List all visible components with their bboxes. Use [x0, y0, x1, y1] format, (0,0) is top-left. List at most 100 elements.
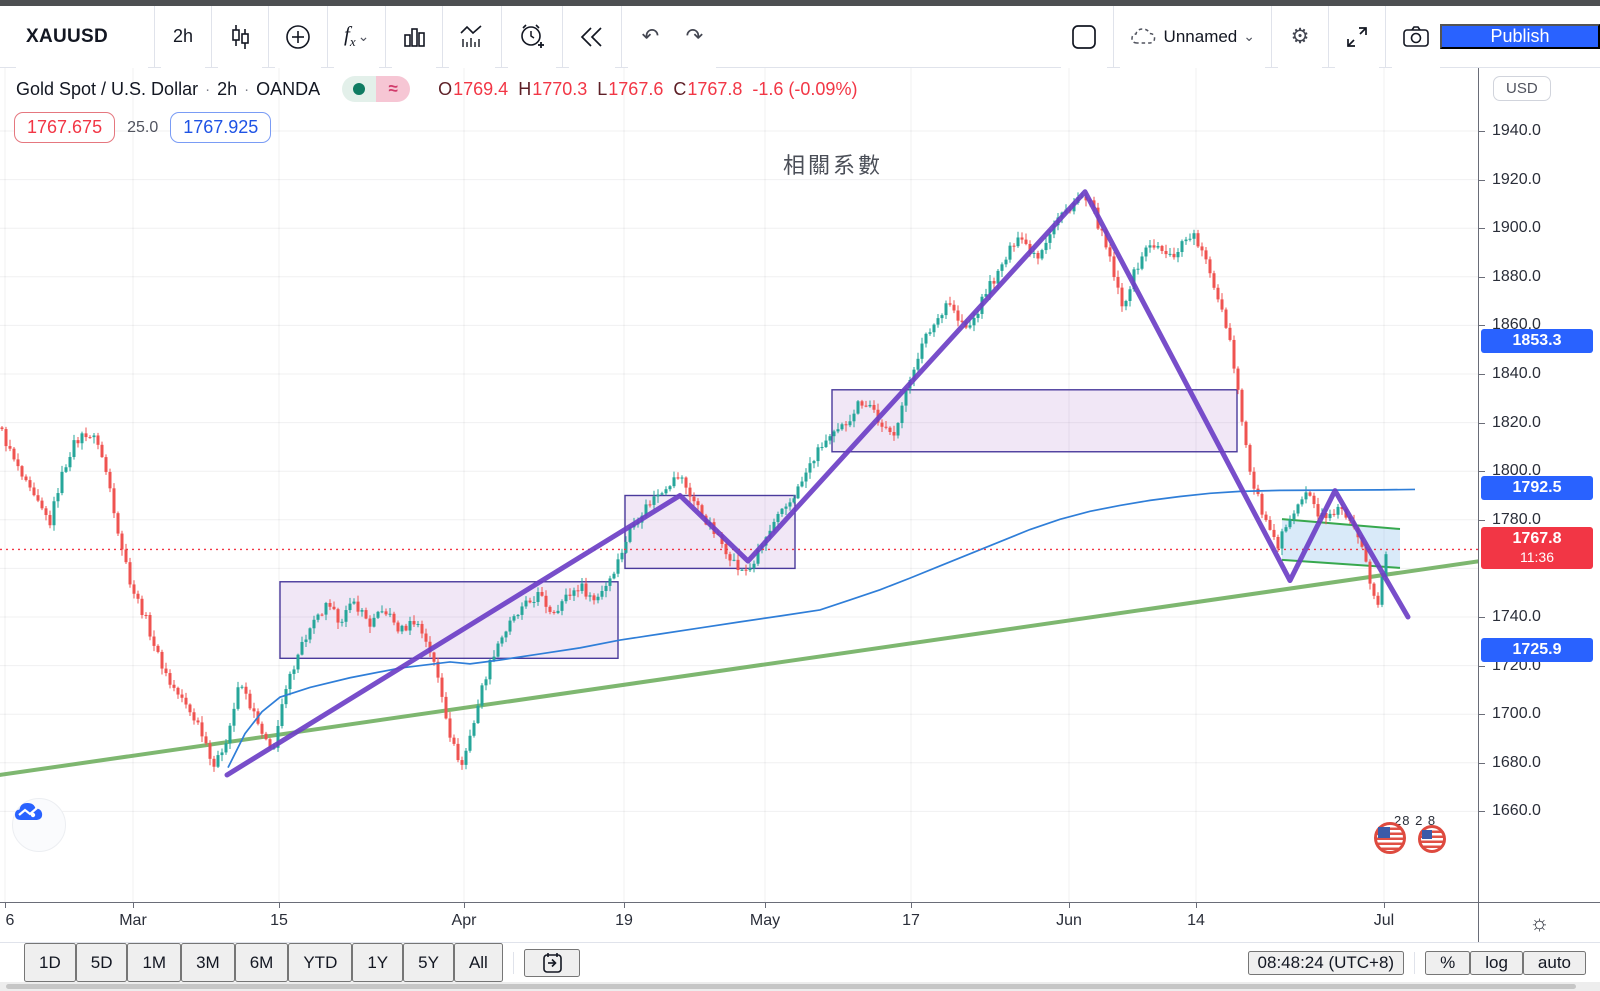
ohlc-key: O [438, 79, 452, 100]
settings-gear-icon[interactable]: ⚙ [1278, 6, 1322, 68]
layout-icon[interactable] [1061, 6, 1107, 68]
fundamentals-bars-icon[interactable] [392, 6, 436, 68]
alert-clock-icon[interactable] [508, 6, 556, 68]
divider [385, 6, 386, 67]
fullscreen-icon[interactable] [1335, 6, 1379, 68]
chevron-down-icon: ⌄ [358, 28, 370, 45]
ohlc-value: 1767.6 [608, 79, 663, 100]
scale-button-percent[interactable]: % [1425, 951, 1470, 975]
price-tick-label: 1660.0 [1492, 802, 1541, 820]
symbol-button[interactable]: XAUUSD [16, 6, 148, 68]
ohlc-value: -1.6 (-0.09%) [752, 79, 857, 100]
price-tick [1479, 471, 1485, 472]
indicator-templates-icon[interactable] [449, 6, 495, 68]
legend-exchange: OANDA [256, 79, 320, 100]
price-tick-label: 1840.0 [1492, 365, 1541, 383]
snapshot-camera-icon[interactable] [1392, 6, 1440, 68]
layout-name-label: Unnamed [1164, 27, 1238, 47]
go-to-date-icon[interactable] [524, 949, 580, 977]
ohlc-value: 1767.8 [687, 79, 742, 100]
time-tick [911, 903, 912, 908]
ohlc-key: C [673, 79, 686, 100]
price-level-badge[interactable]: 1853.3 [1481, 329, 1593, 353]
price-tick-label: 1780.0 [1492, 511, 1541, 529]
price-level-badge[interactable]: 1792.5 [1481, 476, 1593, 500]
range-button-5y[interactable]: 5Y [403, 943, 454, 982]
divider [1271, 6, 1272, 67]
range-button-3m[interactable]: 3M [181, 943, 235, 982]
chart-style-icon[interactable] [218, 6, 262, 68]
price-tick [1479, 666, 1485, 667]
time-tick-label: 15 [270, 912, 288, 930]
scale-buttons: %logauto [1425, 951, 1586, 975]
currency-toggle[interactable]: USD [1493, 76, 1551, 101]
price-tick [1479, 228, 1485, 229]
range-button-ytd[interactable]: YTD [288, 943, 352, 982]
price-tick [1479, 811, 1485, 812]
price-tick-label: 1740.0 [1492, 608, 1541, 626]
price-tick [1479, 325, 1485, 326]
spread-label: 25.0 [127, 119, 158, 137]
divider [562, 6, 563, 67]
interval-button[interactable]: 2h [161, 6, 205, 68]
divider [327, 6, 328, 67]
price-tick-label: 1700.0 [1492, 705, 1541, 723]
price-tick [1479, 277, 1485, 278]
chevron-down-icon: ⌄ [1243, 28, 1255, 45]
range-button-1d[interactable]: 1D [24, 943, 76, 982]
publish-button[interactable]: Publish [1440, 24, 1600, 49]
buy-sell-panel: 1767.675 25.0 1767.925 [14, 112, 271, 143]
price-tick [1479, 617, 1485, 618]
us-flag-icon [1374, 822, 1406, 854]
scrollbar-thumb[interactable] [6, 984, 1576, 989]
range-button-5d[interactable]: 5D [76, 943, 128, 982]
market-status-pill[interactable]: ≈ [342, 76, 410, 102]
sell-price-button[interactable]: 1767.675 [14, 112, 115, 143]
divider [211, 6, 212, 67]
range-button-1m[interactable]: 1M [127, 943, 181, 982]
divider [513, 952, 514, 974]
compare-plus-icon[interactable] [275, 6, 321, 68]
scale-button-log[interactable]: log [1470, 951, 1523, 975]
chart-main: Gold Spot / U.S. Dollar · 2h · OANDA ≈ O… [0, 68, 1600, 902]
redo-icon[interactable]: ↷ [672, 6, 716, 68]
range-button-6m[interactable]: 6M [235, 943, 289, 982]
price-level-badge[interactable]: 1725.9 [1481, 638, 1593, 662]
replay-rewind-icon[interactable] [569, 6, 615, 68]
symbol-legend[interactable]: Gold Spot / U.S. Dollar · 2h · OANDA ≈ O… [16, 76, 857, 102]
range-button-all[interactable]: All [454, 943, 503, 982]
price-tick [1479, 131, 1485, 132]
time-tick-label: Jun [1056, 912, 1082, 930]
time-tick-label: 6 [6, 912, 15, 930]
range-button-1y[interactable]: 1Y [352, 943, 403, 982]
price-chart-canvas[interactable] [0, 68, 1478, 902]
time-tick-label: 17 [902, 912, 920, 930]
current-price-badge[interactable]: 1767.811:36 [1481, 527, 1593, 569]
axis-settings-corner[interactable]: ☼ [1478, 903, 1600, 942]
bottom-toolbar: 1D5D1M3M6MYTD1Y5YAll 08:48:24 (UTC+8) %l… [0, 942, 1600, 982]
clock-timezone-button[interactable]: 08:48:24 (UTC+8) [1248, 951, 1405, 975]
time-tick [279, 903, 280, 908]
divider [1414, 952, 1415, 974]
buy-price-button[interactable]: 1767.925 [170, 112, 271, 143]
time-tick-label: Jul [1374, 912, 1394, 930]
scale-button-auto[interactable]: auto [1523, 951, 1586, 975]
time-tick [1196, 903, 1197, 908]
bottom-scrollbar[interactable] [0, 982, 1600, 991]
divider [268, 6, 269, 67]
time-tick-label: Apr [452, 912, 477, 930]
cloud-save-menu[interactable]: Unnamed ⌄ [1120, 6, 1265, 68]
divider [1328, 6, 1329, 67]
broker-logo[interactable] [12, 798, 66, 852]
time-axis[interactable]: 6Mar15Apr19May17Jun14Jul [0, 903, 1478, 942]
divider [1113, 6, 1114, 67]
chart-text-annotation[interactable]: 相關系數 [783, 148, 883, 180]
divider [154, 6, 155, 67]
range-selector: 1D5D1M3M6MYTD1Y5YAll [0, 943, 580, 982]
sun-icon: ☼ [1529, 910, 1549, 936]
undo-icon[interactable]: ↶ [628, 6, 672, 68]
indicators-fx-icon[interactable]: fx⌄ [334, 6, 379, 68]
price-axis[interactable]: USD 1940.01920.01900.01880.01860.01840.0… [1478, 68, 1600, 902]
price-tick-label: 1920.0 [1492, 171, 1541, 189]
divider [621, 6, 622, 67]
